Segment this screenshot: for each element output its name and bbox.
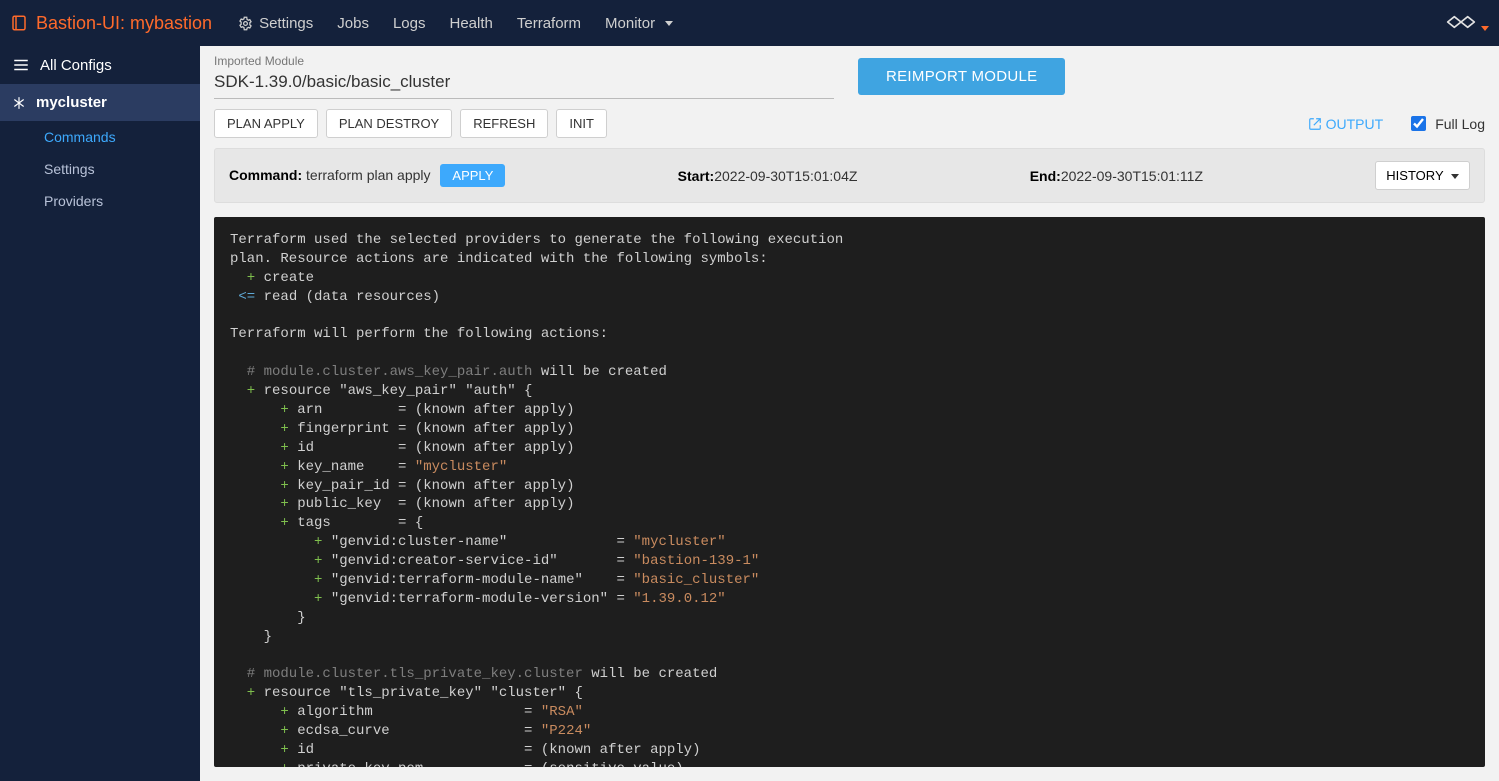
nav-settings-label: Settings [259, 15, 313, 32]
list-icon [12, 56, 30, 74]
end-label: End: [1030, 168, 1061, 184]
nav-terraform-label: Terraform [517, 15, 581, 32]
init-button[interactable]: INIT [556, 109, 607, 138]
start-label: Start: [678, 168, 715, 184]
nav-logs[interactable]: Logs [381, 0, 438, 46]
nav-logs-label: Logs [393, 15, 426, 32]
external-link-icon [1308, 117, 1322, 131]
apply-button[interactable]: APPLY [440, 164, 505, 187]
end-value: 2022-09-30T15:01:11Z [1061, 168, 1203, 184]
brand-title: Bastion-UI: mybastion [36, 13, 212, 34]
history-button[interactable]: HISTORY [1375, 161, 1470, 190]
full-log-checkbox[interactable] [1411, 116, 1426, 131]
nav-monitor[interactable]: Monitor [593, 0, 685, 46]
module-label: Imported Module [214, 54, 834, 68]
command-bar: Command: terraform plan apply APPLY Star… [214, 148, 1485, 203]
plan-destroy-button[interactable]: PLAN DESTROY [326, 109, 452, 138]
command-field: Command: terraform plan apply APPLY [229, 164, 505, 187]
nav-jobs-label: Jobs [337, 15, 369, 32]
sidebar-item-all-configs[interactable]: All Configs [0, 46, 200, 84]
terraform-log-content: Terraform used the selected providers to… [214, 217, 1485, 767]
sidebar: All Configs mycluster Commands Settings … [0, 46, 200, 781]
sidebar-item-cluster[interactable]: mycluster [0, 84, 200, 121]
brand-link[interactable]: Bastion-UI: mybastion [10, 13, 212, 34]
nav-jobs[interactable]: Jobs [325, 0, 381, 46]
refresh-button[interactable]: REFRESH [460, 109, 548, 138]
command-label: Command: [229, 167, 302, 183]
full-log-toggle[interactable]: Full Log [1407, 113, 1485, 134]
gear-icon [238, 16, 253, 31]
command-value: terraform plan apply [306, 167, 431, 183]
history-button-label: HISTORY [1386, 168, 1443, 183]
nav-settings[interactable]: Settings [226, 0, 325, 46]
nav-terraform[interactable]: Terraform [505, 0, 593, 46]
output-link[interactable]: OUTPUT [1308, 116, 1384, 132]
end-field: End:2022-09-30T15:01:11Z [1030, 168, 1203, 184]
start-field: Start:2022-09-30T15:01:04Z [678, 168, 858, 184]
start-value: 2022-09-30T15:01:04Z [714, 168, 857, 184]
sidebar-cluster-label: mycluster [36, 94, 107, 111]
sidebar-sub-commands[interactable]: Commands [0, 121, 200, 153]
brand-icon [10, 14, 28, 32]
nav-health[interactable]: Health [438, 0, 505, 46]
sidebar-sub-settings[interactable]: Settings [0, 153, 200, 185]
sidebar-sub-providers[interactable]: Providers [0, 185, 200, 217]
genvid-icon [1445, 11, 1477, 33]
module-path[interactable]: SDK-1.39.0/basic/basic_cluster [214, 68, 834, 99]
reimport-module-button[interactable]: REIMPORT MODULE [858, 58, 1065, 95]
vendor-logo[interactable] [1445, 11, 1489, 36]
full-log-label: Full Log [1435, 116, 1485, 132]
chevron-down-icon [665, 21, 673, 26]
plan-apply-button[interactable]: PLAN APPLY [214, 109, 318, 138]
chevron-down-icon [1451, 174, 1459, 179]
main-panel: Imported Module SDK-1.39.0/basic/basic_c… [200, 46, 1499, 781]
chevron-down-icon [1481, 26, 1489, 31]
output-link-label: OUTPUT [1326, 116, 1384, 132]
nav-monitor-label: Monitor [605, 15, 655, 32]
sidebar-all-configs-label: All Configs [40, 57, 112, 74]
nav-health-label: Health [450, 15, 493, 32]
top-nav: Bastion-UI: mybastion Settings Jobs Logs… [0, 0, 1499, 46]
asterisk-icon [12, 96, 26, 110]
terraform-log[interactable]: Terraform used the selected providers to… [214, 217, 1485, 767]
